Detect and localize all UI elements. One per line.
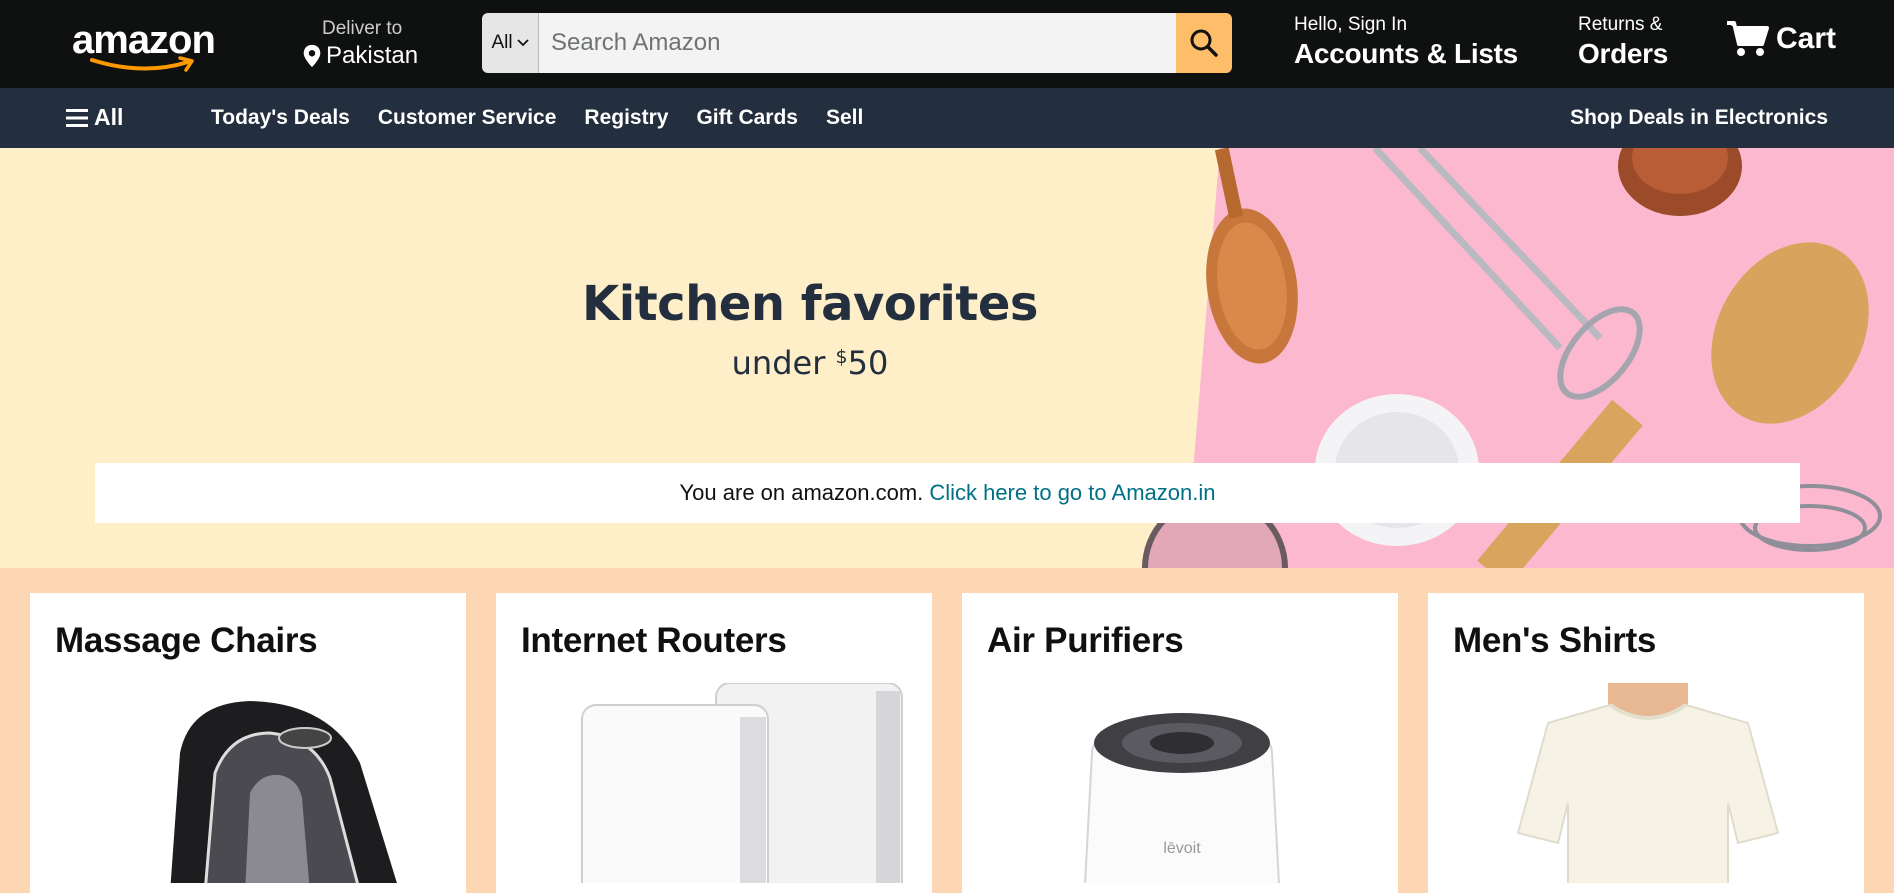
- deliver-to-label: Deliver to: [322, 18, 403, 39]
- locale-switch-link[interactable]: Click here to go to Amazon.in: [929, 480, 1215, 506]
- nav-link-todays-deals[interactable]: Today's Deals: [211, 106, 350, 130]
- hero-subtitle-prefix: under: [731, 344, 836, 382]
- search-button[interactable]: [1176, 13, 1232, 73]
- returns-label: Returns &: [1578, 14, 1663, 35]
- nav-link-customer-service[interactable]: Customer Service: [378, 106, 557, 130]
- nav-promo-electronics[interactable]: Shop Deals in Electronics: [1570, 106, 1828, 130]
- returns-orders[interactable]: Returns & Orders: [1578, 14, 1668, 70]
- all-menu-button[interactable]: All: [66, 104, 123, 131]
- hero-subtitle: under $50: [0, 344, 1620, 382]
- locale-notice-text: You are on amazon.com.: [679, 480, 924, 505]
- search-category-dropdown[interactable]: All: [482, 13, 539, 73]
- card-title: Men's Shirts: [1453, 621, 1657, 660]
- locale-notice: You are on amazon.com. Click here to go …: [95, 463, 1800, 523]
- cart[interactable]: Cart: [1726, 20, 1836, 58]
- hero-amount: 50: [847, 344, 889, 382]
- card-title: Internet Routers: [521, 621, 787, 660]
- account-greeting: Hello, Sign In: [1294, 14, 1408, 35]
- category-card-massage-chairs[interactable]: Massage Chairs: [30, 593, 466, 893]
- chevron-down-icon: [516, 39, 529, 47]
- search-bar: All: [482, 13, 1232, 73]
- tshirt-image: [1516, 683, 1780, 883]
- deliver-to-location: Pakistan: [326, 42, 419, 69]
- location-pin-icon: [303, 44, 321, 68]
- search-input[interactable]: [539, 13, 1176, 73]
- nav-link-sell[interactable]: Sell: [826, 106, 863, 130]
- nav-link-gift-cards[interactable]: Gift Cards: [696, 106, 798, 130]
- hero-currency: $: [835, 346, 848, 368]
- card-title: Air Purifiers: [987, 621, 1184, 660]
- nav-link-registry[interactable]: Registry: [584, 106, 668, 130]
- purifier-brand-mark: lēvoit: [1163, 840, 1201, 857]
- search-icon: [1190, 29, 1218, 57]
- cart-icon: [1727, 21, 1769, 56]
- card-title: Massage Chairs: [55, 621, 318, 660]
- amazon-logo[interactable]: amazon: [72, 18, 222, 72]
- all-menu-label: All: [94, 104, 124, 130]
- nav-bar: All Today's Deals Customer Service Regis…: [0, 88, 1894, 148]
- account-label: Accounts & Lists: [1294, 38, 1518, 69]
- top-header: amazon Deliver to Pakistan All Search Am…: [0, 0, 1894, 88]
- category-card-air-purifiers[interactable]: Air Purifiers lēvoit: [962, 593, 1398, 893]
- category-card-internet-routers[interactable]: Internet Routers: [496, 593, 932, 893]
- cart-label: Cart: [1776, 22, 1837, 55]
- search-category-label: All: [491, 32, 513, 53]
- hero-banner[interactable]: Kitchen favorites under $50 You are on a…: [0, 148, 1894, 568]
- deliver-to[interactable]: Deliver to Pakistan: [302, 16, 432, 72]
- nav-links: Today's Deals Customer Service Registry …: [211, 106, 863, 130]
- account-lists[interactable]: Hello, Sign In Accounts & Lists: [1294, 14, 1518, 70]
- category-card-mens-shirts[interactable]: Men's Shirts: [1428, 593, 1864, 893]
- hero-title: Kitchen favorites: [582, 276, 1038, 332]
- car-seat-image: [170, 701, 397, 883]
- logo-smile-icon: [90, 56, 194, 72]
- deliver-location-row: Pakistan: [302, 42, 418, 70]
- hamburger-icon: [66, 108, 88, 127]
- mesh-router-image: [581, 683, 903, 883]
- air-purifier-image: lēvoit: [1084, 713, 1280, 883]
- orders-label: Orders: [1578, 38, 1669, 69]
